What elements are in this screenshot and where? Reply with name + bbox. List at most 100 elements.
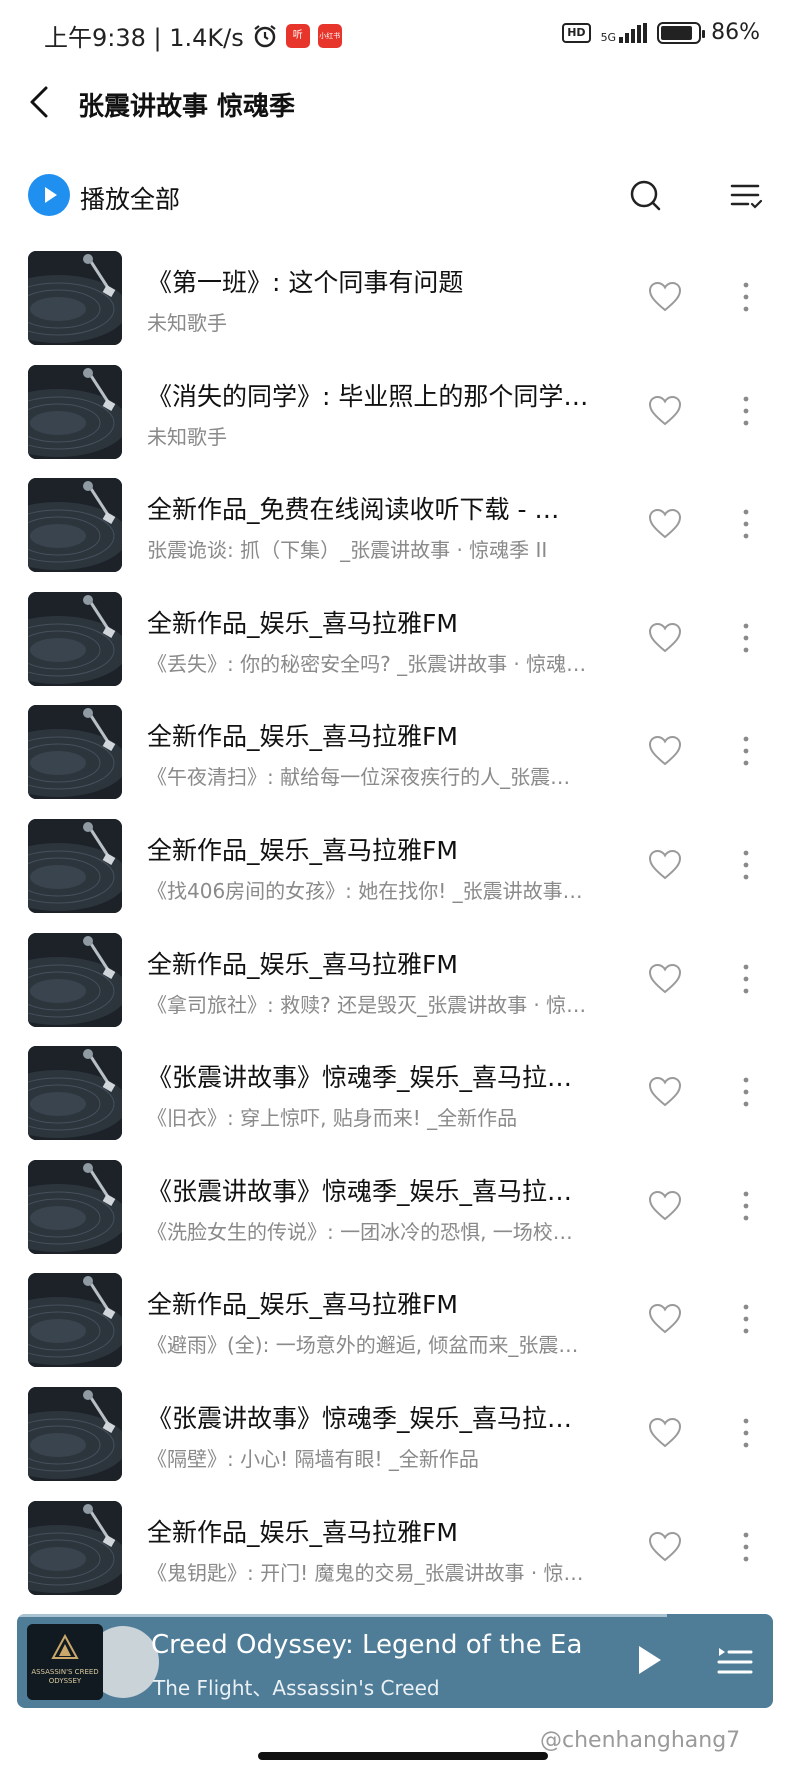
more-options-button[interactable] xyxy=(732,1072,760,1112)
signal-icon: 5G xyxy=(600,22,648,44)
track-row[interactable]: 《消失的同学》: 毕业照上的那个同学… 未知歌手 xyxy=(0,359,800,473)
favorite-button[interactable] xyxy=(648,622,682,654)
network-type: 5G xyxy=(600,30,617,44)
favorite-button[interactable] xyxy=(648,735,682,767)
more-options-button[interactable] xyxy=(732,618,760,658)
more-options-button[interactable] xyxy=(732,504,760,544)
track-subtitle: 《拿司旅社》: 救赎? 还是毁灭_张震讲故事 · 惊… xyxy=(147,992,587,1017)
play-queue-button[interactable] xyxy=(715,1642,755,1678)
play-all-button[interactable] xyxy=(28,174,70,216)
track-row[interactable]: 《张震讲故事》惊魂季_娱乐_喜马拉… 《洗脸女生的传说》: 一团冰冷的恐惧, 一… xyxy=(0,1154,800,1268)
heart-icon xyxy=(648,1190,682,1221)
favorite-button[interactable] xyxy=(648,508,682,540)
track-title: 全新作品_娱乐_喜马拉雅FM xyxy=(147,608,458,638)
track-subtitle: 《旧衣》: 穿上惊吓, 贴身而来! _全新作品 xyxy=(147,1106,518,1131)
more-options-button[interactable] xyxy=(732,1186,760,1226)
track-row[interactable]: 全新作品_娱乐_喜马拉雅FM 《午夜清扫》: 献给每一位深夜疾行的人_张震… xyxy=(0,699,800,813)
favorite-button[interactable] xyxy=(648,395,682,427)
more-options-button[interactable] xyxy=(732,845,760,885)
search-button[interactable] xyxy=(626,176,666,216)
more-vertical-icon xyxy=(743,964,749,993)
track-row[interactable]: 《第一班》: 这个同事有问题 未知歌手 xyxy=(0,245,800,359)
favorite-button[interactable] xyxy=(648,1076,682,1108)
search-icon xyxy=(630,180,661,211)
track-subtitle: 《鬼钥匙》: 开门! 魔鬼的交易_张震讲故事 · 惊… xyxy=(147,1560,584,1585)
page-title: 张震讲故事 惊魂季 xyxy=(78,92,296,122)
track-title: 全新作品_免费在线阅读收听下载 - … xyxy=(147,495,560,525)
heart-icon xyxy=(648,509,682,539)
more-vertical-icon xyxy=(743,850,749,880)
track-row[interactable]: 全新作品_娱乐_喜马拉雅FM 《拿司旅社》: 救赎? 还是毁灭_张震讲故事 · … xyxy=(0,927,800,1041)
track-subtitle: 《找406房间的女孩》: 她在找你! _张震讲故事… xyxy=(147,878,583,903)
track-subtitle: 《丢失》: 你的秘密安全吗? _张震讲故事 · 惊魂… xyxy=(147,651,587,676)
more-vertical-icon xyxy=(743,1304,749,1334)
heart-icon xyxy=(648,1531,682,1561)
heart-icon xyxy=(648,1304,682,1334)
more-vertical-icon xyxy=(743,282,749,312)
track-row[interactable]: 全新作品_娱乐_喜马拉雅FM 《找406房间的女孩》: 她在找你! _张震讲故事… xyxy=(0,813,800,927)
heart-icon xyxy=(648,963,682,993)
track-title: 全新作品_娱乐_喜马拉雅FM xyxy=(147,722,458,752)
player-play-button[interactable] xyxy=(629,1640,669,1680)
favorite-button[interactable] xyxy=(648,963,682,995)
track-row[interactable]: 全新作品_娱乐_喜马拉雅FM 《丢失》: 你的秘密安全吗? _张震讲故事 · 惊… xyxy=(0,586,800,700)
track-row[interactable]: 全新作品_免费在线阅读收听下载 - … 张震诡谈: 抓（下集）_张震讲故事 · … xyxy=(0,472,800,586)
favorite-button[interactable] xyxy=(648,281,682,313)
vinyl-cover-thumbnail xyxy=(28,1386,122,1481)
more-vertical-icon xyxy=(743,623,749,653)
playlist-icon xyxy=(717,1648,753,1674)
more-vertical-icon xyxy=(743,736,749,766)
page-header: 张震讲故事 惊魂季 xyxy=(0,70,800,140)
album-cover: ASSASSIN'S CREED ODYSSEY xyxy=(27,1624,103,1700)
favorite-button[interactable] xyxy=(648,849,682,881)
vinyl-cover-thumbnail xyxy=(28,478,122,573)
home-indicator[interactable] xyxy=(258,1752,548,1760)
more-options-button[interactable] xyxy=(732,731,760,771)
status-right: HD 5G 86% xyxy=(562,20,760,45)
now-playing-artist: The Flight、Assassin's Creed xyxy=(153,1676,440,1700)
more-options-button[interactable] xyxy=(732,1299,760,1339)
track-row[interactable]: 全新作品_娱乐_喜马拉雅FM 《避雨》(全): 一场意外的邂逅, 倾盆而来_张震… xyxy=(0,1267,800,1381)
now-playing-title: Creed Odyssey: Legend of the Eagle xyxy=(151,1630,581,1660)
vinyl-cover-thumbnail xyxy=(28,251,122,345)
more-options-button[interactable] xyxy=(732,959,760,999)
more-options-button[interactable] xyxy=(732,391,760,431)
heart-icon xyxy=(648,736,682,766)
playback-progress xyxy=(17,1614,668,1617)
battery-icon xyxy=(657,21,706,44)
vinyl-cover-thumbnail xyxy=(28,818,122,913)
track-subtitle: 未知歌手 xyxy=(147,424,227,449)
track-title: 全新作品_娱乐_喜马拉雅FM xyxy=(147,835,458,865)
heart-icon xyxy=(648,395,682,425)
track-row[interactable]: 《张震讲故事》惊魂季_娱乐_喜马拉… 《隔壁》: 小心! 隔墙有眼! _全新作品 xyxy=(0,1381,800,1495)
favorite-button[interactable] xyxy=(648,1190,682,1222)
favorite-button[interactable] xyxy=(648,1303,682,1335)
track-row[interactable]: 全新作品_娱乐_喜马拉雅FM 《鬼钥匙》: 开门! 魔鬼的交易_张震讲故事 · … xyxy=(0,1495,800,1609)
favorite-button[interactable] xyxy=(648,1531,682,1563)
vinyl-cover-thumbnail xyxy=(28,364,122,459)
more-options-button[interactable] xyxy=(732,1527,760,1567)
track-subtitle: 《洗脸女生的传说》: 一团冰冷的恐惧, 一场校… xyxy=(147,1219,573,1244)
sort-button[interactable] xyxy=(726,176,766,216)
more-options-button[interactable] xyxy=(732,1413,760,1453)
more-vertical-icon xyxy=(743,1077,749,1107)
vinyl-cover-thumbnail xyxy=(28,1273,122,1368)
back-button[interactable] xyxy=(18,78,58,128)
track-title: 《消失的同学》: 毕业照上的那个同学… xyxy=(147,381,589,411)
more-vertical-icon xyxy=(743,1418,749,1448)
play-all-label[interactable]: 播放全部 xyxy=(80,180,180,216)
more-vertical-icon xyxy=(743,1191,749,1221)
more-vertical-icon xyxy=(743,509,749,539)
mini-player[interactable]: ASSASSIN'S CREED ODYSSEY Creed Odyssey: … xyxy=(17,1614,773,1708)
track-row[interactable]: 《张震讲故事》惊魂季_娱乐_喜马拉… 《旧衣》: 穿上惊吓, 贴身而来! _全新… xyxy=(0,1040,800,1154)
status-left: 上午9:38 | 1.4K/s 听 小红书 xyxy=(44,18,342,53)
hd-badge: HD xyxy=(562,22,591,43)
status-bar: 上午9:38 | 1.4K/s 听 小红书 HD 5G 86% xyxy=(0,0,800,70)
track-title: 全新作品_娱乐_喜马拉雅FM xyxy=(147,1517,458,1547)
favorite-button[interactable] xyxy=(648,1417,682,1449)
vinyl-cover-thumbnail xyxy=(28,1159,122,1254)
app-badge-ting: 听 xyxy=(285,23,310,48)
more-options-button[interactable] xyxy=(732,277,760,317)
list-toolbar: 播放全部 xyxy=(0,160,800,232)
app-badge-xiaohongshu: 小红书 xyxy=(317,23,342,48)
